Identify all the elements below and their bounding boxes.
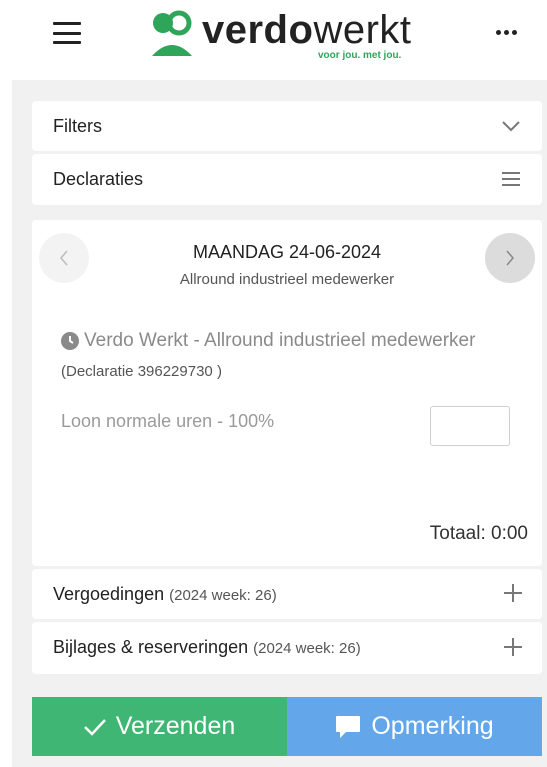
bijlages-week: (2024 week: 26) (253, 640, 361, 657)
bijlages-title: Bijlages & reserveringen (2024 week: 26) (53, 637, 361, 658)
day-title: MAANDAG 24-06-2024 (192, 242, 382, 262)
vergoedingen-title: Vergoedingen (2024 week: 26) (53, 584, 277, 605)
clock-icon (61, 332, 79, 350)
filters-label: Filters (53, 116, 102, 136)
vergoedingen-label: Vergoedingen (53, 584, 165, 604)
vergoedingen-panel[interactable]: Vergoedingen (2024 week: 26) (32, 569, 542, 619)
declaraties-label: Declaraties (53, 169, 144, 189)
logo-mark-icon (152, 10, 192, 56)
vergoedingen-week: (2024 week: 26) (169, 587, 277, 604)
send-label: Verzenden (115, 712, 236, 740)
list-icon[interactable] (502, 172, 520, 186)
app-header: verdowerkt voor jou. met jou. (0, 0, 547, 80)
bijlages-label: Bijlages & reserveringen (53, 637, 249, 657)
brand-logo: verdowerkt voor jou. met jou. (148, 6, 428, 62)
comment-icon (335, 715, 361, 739)
brand-tagline: voor jou. met jou. (318, 50, 402, 61)
comment-button[interactable]: Opmerking (287, 697, 542, 756)
comment-label: Opmerking (371, 712, 494, 740)
wage-type-label: Loon normale uren - 100% (61, 411, 275, 431)
next-day-button[interactable] (485, 233, 535, 283)
check-icon (83, 718, 106, 736)
day-card: MAANDAG 24-06-2024 Allround industrieel … (32, 220, 542, 566)
filters-panel[interactable]: Filters (32, 101, 542, 151)
bijlages-panel[interactable]: Bijlages & reserveringen (2024 week: 26) (32, 622, 542, 674)
more-icon[interactable] (496, 30, 517, 35)
brand-name: verdowerkt (202, 8, 412, 52)
chevron-right-icon (506, 250, 514, 266)
expand-vergoedingen-plus-icon[interactable] (504, 584, 522, 602)
brand-bold: verdo (202, 8, 314, 52)
expand-bijlages-plus-icon[interactable] (504, 638, 522, 656)
chevron-down-icon[interactable] (502, 120, 520, 132)
menu-icon[interactable] (53, 22, 81, 44)
day-subtitle: Allround industrieel medewerker (179, 271, 395, 288)
assignment-title: Verdo Werkt - Allround industrieel medew… (84, 330, 476, 351)
hours-input[interactable] (430, 406, 510, 446)
send-button[interactable]: Verzenden (32, 697, 287, 756)
declaraties-panel[interactable]: Declaraties (32, 154, 542, 205)
brand-light: werkt (313, 8, 412, 52)
declaration-reference: (Declaratie 396229730 ) (61, 363, 222, 380)
day-total: Totaal: 0:00 (429, 523, 528, 544)
